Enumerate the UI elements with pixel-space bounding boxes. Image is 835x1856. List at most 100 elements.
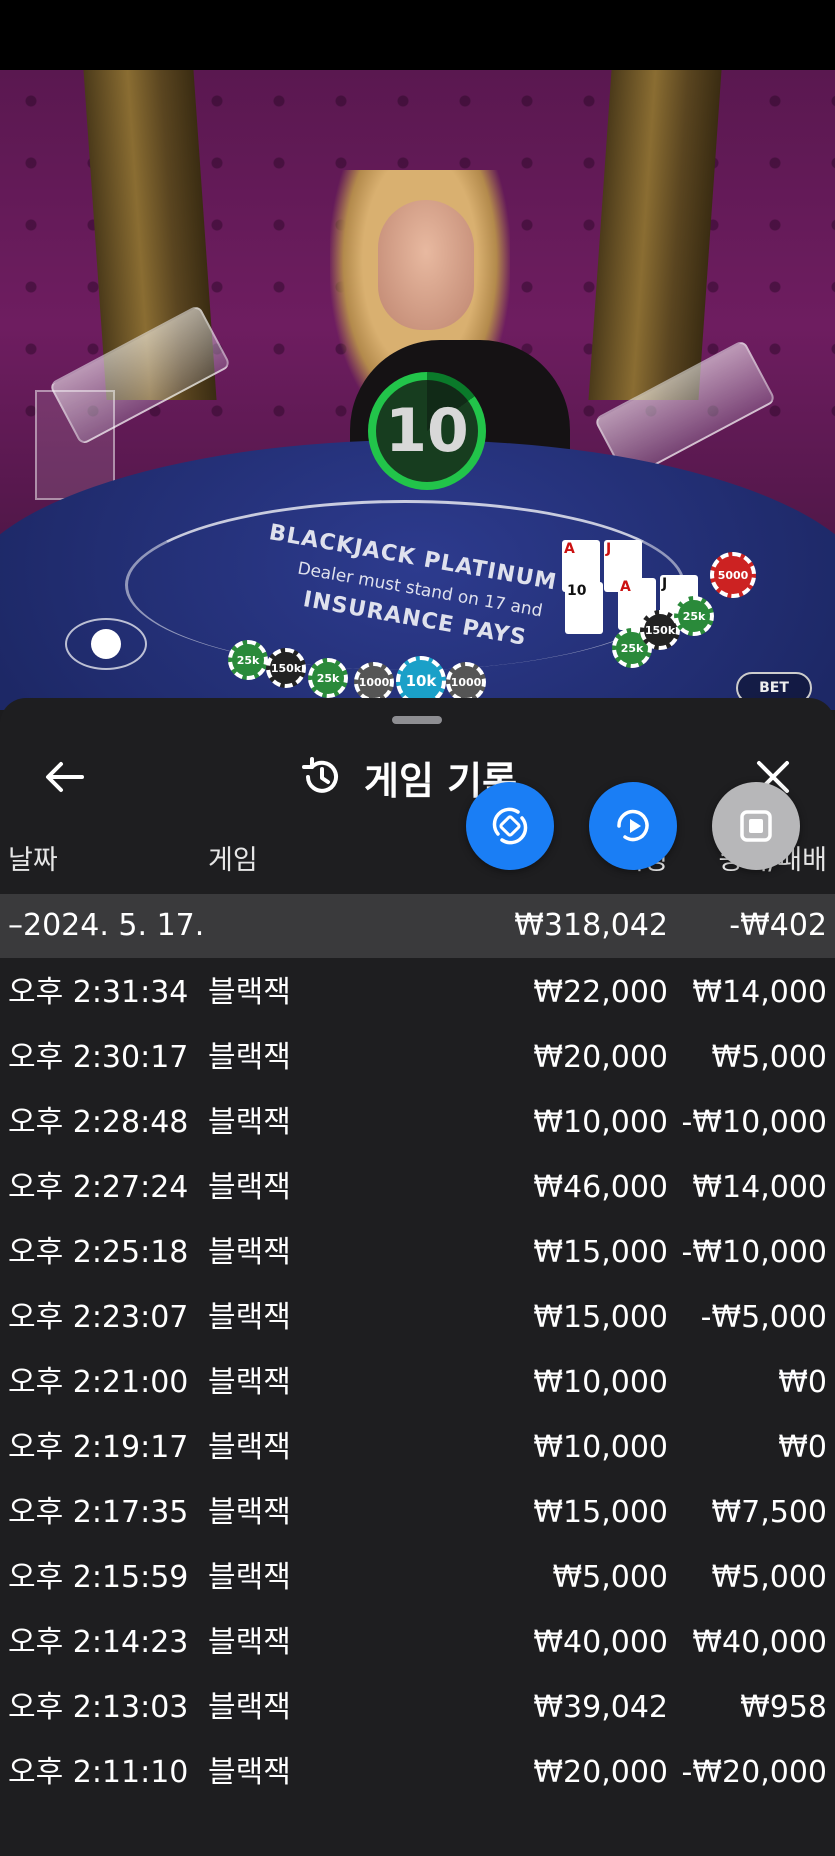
row-game: 블랙잭	[208, 975, 291, 1010]
history-row[interactable]: 오후 2:15:59 블랙잭 ₩5,000 ₩5,000	[0, 1545, 835, 1610]
row-game: 블랙잭	[208, 1300, 291, 1335]
row-time: 오후 2:27:24	[8, 1170, 189, 1205]
chip: 5000	[710, 552, 756, 598]
row-game: 블랙잭	[208, 1560, 291, 1595]
row-time: 오후 2:23:07	[8, 1300, 189, 1335]
history-row[interactable]: 오후 2:17:35 블랙잭 ₩15,000 ₩7,500	[0, 1480, 835, 1545]
row-game: 블랙잭	[208, 1690, 291, 1725]
row-bet: ₩39,042	[533, 1690, 668, 1725]
history-row[interactable]: 오후 2:21:00 블랙잭 ₩10,000 ₩0	[0, 1350, 835, 1415]
row-time: 오후 2:31:34	[8, 975, 189, 1010]
row-result: -₩20,000	[681, 1755, 827, 1790]
row-result: ₩958	[740, 1690, 827, 1725]
row-time: 오후 2:21:00	[8, 1365, 189, 1400]
row-game: 블랙잭	[208, 1170, 291, 1205]
row-game: 블랙잭	[208, 1430, 291, 1465]
playing-card: 10	[565, 582, 603, 634]
row-bet: ₩10,000	[533, 1105, 668, 1140]
table-logo	[65, 618, 147, 670]
row-bet: ₩22,000	[533, 975, 668, 1010]
replay-button[interactable]	[589, 782, 677, 870]
row-bet: ₩20,000	[533, 1040, 668, 1075]
row-time: 오후 2:14:23	[8, 1625, 189, 1660]
game-history-panel: 게임 기록 날짜 게임 배팅 승리/패배 –2024. 5. 17. ₩318,…	[0, 698, 835, 1856]
column-game: 게임	[208, 845, 258, 876]
drag-handle[interactable]	[392, 716, 442, 724]
date-group-row[interactable]: –2024. 5. 17. ₩318,042 -₩402	[0, 894, 835, 958]
row-result: ₩7,500	[711, 1495, 827, 1530]
history-row[interactable]: 오후 2:19:17 블랙잭 ₩10,000 ₩0	[0, 1415, 835, 1480]
chip: 25k	[228, 640, 268, 680]
back-arrow-icon	[46, 762, 84, 792]
row-time: 오후 2:30:17	[8, 1040, 189, 1075]
row-time: 오후 2:25:18	[8, 1235, 189, 1270]
row-time: 오후 2:28:48	[8, 1105, 189, 1140]
chip: 1000	[354, 662, 394, 702]
row-bet: ₩5,000	[552, 1560, 668, 1595]
row-bet: ₩10,000	[533, 1365, 668, 1400]
dealer-face	[378, 200, 474, 330]
countdown-timer: 10	[368, 372, 486, 490]
row-time: 오후 2:11:10	[8, 1755, 189, 1790]
row-bet: ₩15,000	[533, 1300, 668, 1335]
chip: 1000	[446, 662, 486, 702]
row-bet: ₩40,000	[533, 1625, 668, 1660]
live-video[interactable]: BLACKJACK PLATINUM 2 Dealer must stand o…	[0, 70, 835, 710]
group-total-result: -₩402	[729, 908, 827, 943]
row-game: 블랙잭	[208, 1625, 291, 1660]
row-game: 블랙잭	[208, 1755, 291, 1790]
row-time: 오후 2:17:35	[8, 1495, 189, 1530]
rotate-screen-icon	[492, 807, 528, 845]
chip: 25k	[308, 658, 348, 698]
row-game: 블랙잭	[208, 1365, 291, 1400]
history-clock-icon	[302, 757, 338, 793]
stop-button[interactable]	[712, 782, 800, 870]
row-game: 블랙잭	[208, 1105, 291, 1140]
row-game: 블랙잭	[208, 1040, 291, 1075]
chip: 150k	[266, 648, 306, 688]
back-button[interactable]	[36, 752, 92, 802]
bet-behind-label: BET	[759, 680, 789, 696]
history-row[interactable]: 오후 2:28:48 블랙잭 ₩10,000 -₩10,000	[0, 1090, 835, 1155]
history-row[interactable]: 오후 2:13:03 블랙잭 ₩39,042 ₩958	[0, 1675, 835, 1740]
history-row[interactable]: 오후 2:25:18 블랙잭 ₩15,000 -₩10,000	[0, 1220, 835, 1285]
row-game: 블랙잭	[208, 1235, 291, 1270]
row-bet: ₩15,000	[533, 1495, 668, 1530]
row-result: ₩0	[778, 1430, 827, 1465]
row-bet: ₩10,000	[533, 1430, 668, 1465]
history-row[interactable]: 오후 2:11:10 블랙잭 ₩20,000 -₩20,000	[0, 1740, 835, 1805]
row-game: 블랙잭	[208, 1495, 291, 1530]
row-result: ₩5,000	[711, 1040, 827, 1075]
row-result: -₩10,000	[681, 1235, 827, 1270]
column-date: 날짜	[8, 845, 58, 876]
group-total-bet: ₩318,042	[514, 908, 668, 943]
history-row[interactable]: 오후 2:30:17 블랙잭 ₩20,000 ₩5,000	[0, 1025, 835, 1090]
gold-pillar-right	[588, 70, 722, 400]
chip: 25k	[674, 596, 714, 636]
stop-icon	[740, 810, 772, 842]
row-result: ₩14,000	[692, 1170, 827, 1205]
row-result: ₩5,000	[711, 1560, 827, 1595]
row-bet: ₩46,000	[533, 1170, 668, 1205]
row-result: -₩5,000	[700, 1300, 827, 1335]
replay-icon	[617, 809, 649, 842]
status-bar	[0, 0, 835, 70]
rotate-screen-button[interactable]	[466, 782, 554, 870]
row-bet: ₩15,000	[533, 1235, 668, 1270]
row-result: ₩14,000	[692, 975, 827, 1010]
row-result: ₩0	[778, 1365, 827, 1400]
group-date: –2024. 5. 17.	[8, 908, 205, 943]
countdown-value: 10	[376, 380, 478, 482]
history-row[interactable]: 오후 2:31:34 블랙잭 ₩22,000 ₩14,000	[0, 960, 835, 1025]
history-row[interactable]: 오후 2:23:07 블랙잭 ₩15,000 -₩5,000	[0, 1285, 835, 1350]
row-result: ₩40,000	[692, 1625, 827, 1660]
row-time: 오후 2:13:03	[8, 1690, 189, 1725]
logo-icon	[91, 629, 121, 659]
row-bet: ₩20,000	[533, 1755, 668, 1790]
history-row[interactable]: 오후 2:14:23 블랙잭 ₩40,000 ₩40,000	[0, 1610, 835, 1675]
row-time: 오후 2:19:17	[8, 1430, 189, 1465]
panel-header: 게임 기록	[0, 732, 835, 822]
history-list: 오후 2:31:34 블랙잭 ₩22,000 ₩14,000 오후 2:30:1…	[0, 960, 835, 1805]
row-time: 오후 2:15:59	[8, 1560, 189, 1595]
history-row[interactable]: 오후 2:27:24 블랙잭 ₩46,000 ₩14,000	[0, 1155, 835, 1220]
